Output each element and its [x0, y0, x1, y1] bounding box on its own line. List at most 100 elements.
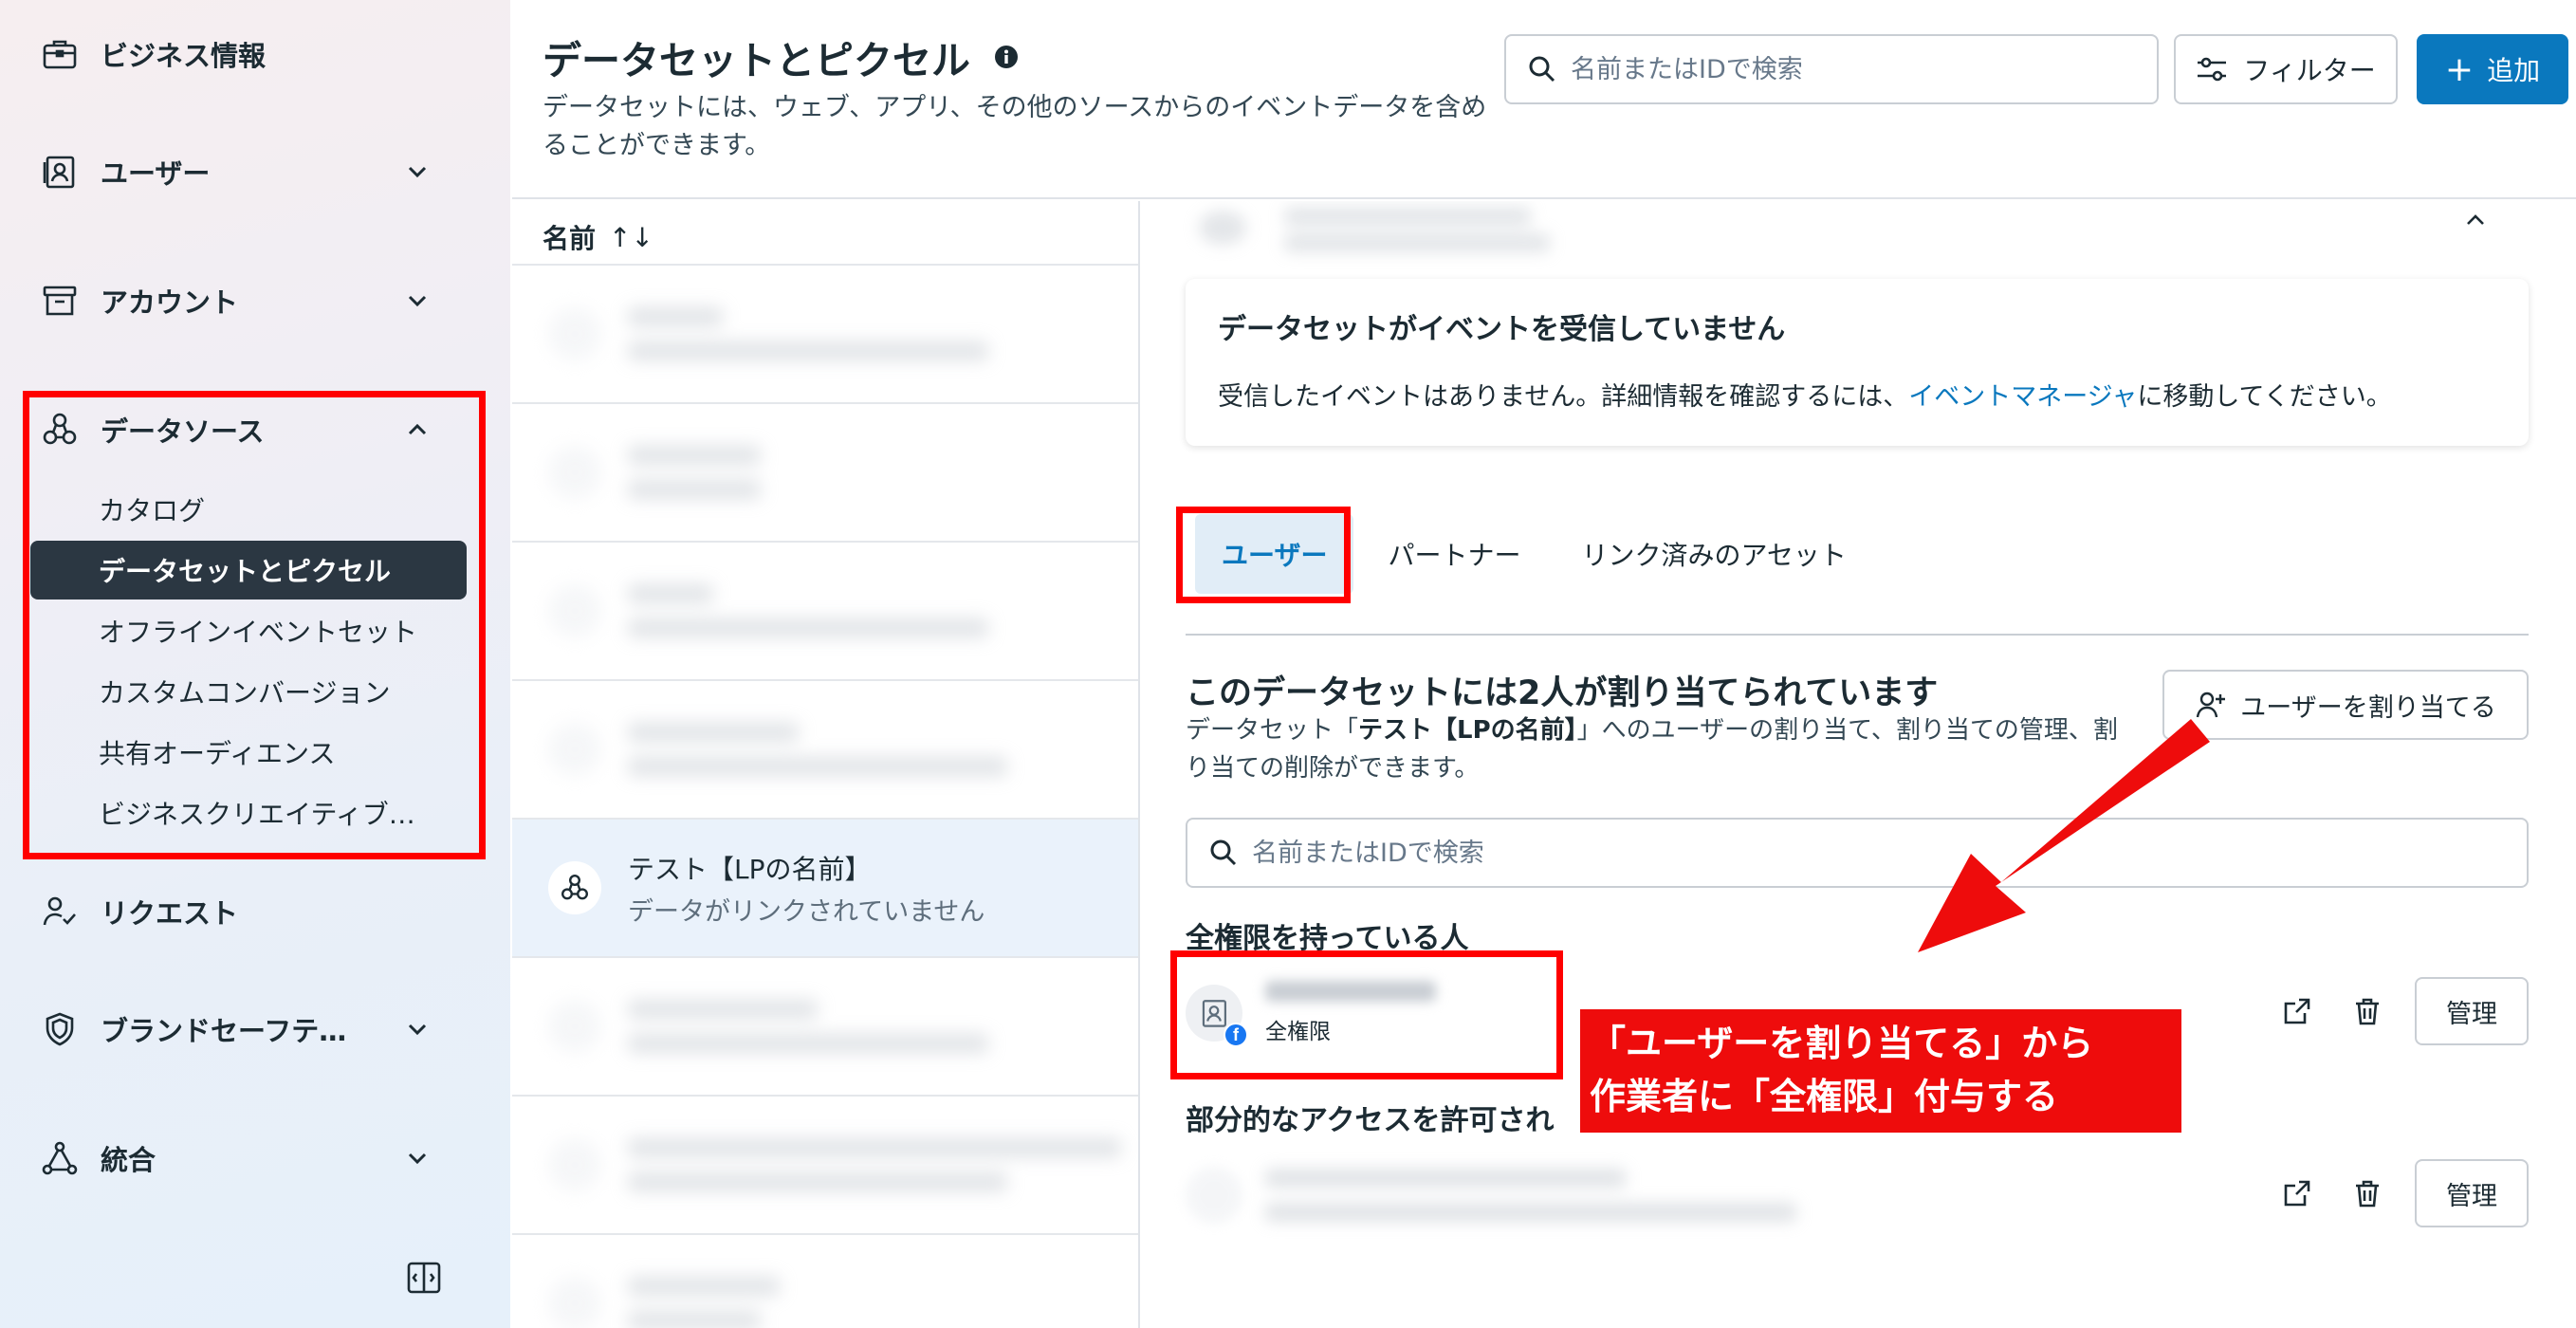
list-column-header[interactable]: 名前 ↑↓	[543, 218, 653, 256]
sidebar-item-label: リクエスト	[101, 897, 239, 930]
user-check-icon	[38, 890, 82, 933]
sidebar-item-business-info[interactable]: ビジネス情報	[38, 21, 436, 87]
filter-button[interactable]: フィルター	[2174, 34, 2398, 104]
notice-text: に移動してください。	[2137, 382, 2392, 412]
desc-dataset-name: テスト【LPの名前】	[1358, 716, 1577, 745]
chevron-up-icon[interactable]	[2456, 201, 2494, 239]
sidebar-item-label: アカウント	[101, 286, 239, 319]
sidebar-item-label: データソース	[101, 415, 265, 448]
sidebar-collapse-icon[interactable]	[402, 1256, 446, 1300]
list-item-selected[interactable]: テスト【LPの名前】 データがリンクされていません	[512, 818, 1138, 956]
sidebar-subitem-offline-event-sets[interactable]: オフラインイベントセット	[30, 601, 467, 660]
desc-text: データセット「	[1186, 716, 1359, 745]
info-icon[interactable]	[993, 44, 1020, 70]
trash-icon[interactable]	[2345, 988, 2390, 1034]
facebook-badge-icon: f	[1224, 1023, 1248, 1047]
dataset-icon	[548, 446, 601, 499]
manage-button[interactable]: 管理	[2415, 977, 2529, 1045]
page-title: データセットとピクセル	[543, 28, 1020, 85]
dataset-name: テスト【LPの名前】	[628, 853, 872, 885]
detail-tabs: ユーザー パートナー リンク済みのアセット	[1186, 514, 2529, 636]
annotation-line: 作業者に「全権限」付与する	[1590, 1076, 2059, 1117]
column-name-label: 名前	[543, 223, 597, 254]
tab-users[interactable]: ユーザー	[1195, 514, 1354, 594]
user-badge-icon	[38, 150, 82, 194]
list-item[interactable]	[512, 264, 1138, 402]
annotation-line: 「ユーザーを割り当てる」から	[1590, 1023, 2094, 1064]
external-link-icon[interactable]	[2274, 1171, 2320, 1216]
sidebar-subitem-catalog[interactable]: カタログ	[30, 480, 467, 539]
dataset-icon	[548, 307, 601, 360]
dataset-icon	[548, 723, 601, 776]
assigned-users-title: このデータセットには2人が割り当てられています	[1186, 674, 1939, 712]
search-icon	[1210, 839, 1237, 866]
full-access-heading: 全権限を持っている人	[1186, 922, 1469, 955]
chevron-down-icon[interactable]	[398, 1010, 436, 1048]
trash-icon[interactable]	[2345, 1171, 2390, 1216]
user-row-partial-access: 管理	[1186, 1148, 2529, 1243]
filter-button-label: フィルター	[2243, 55, 2376, 86]
dataset-icon	[548, 1000, 601, 1053]
notice-title: データセットがイベントを受信していません	[1218, 313, 1786, 346]
sidebar: ビジネス情報 ユーザー アカウント データソース カタログ データセットとピクセ…	[0, 0, 510, 1328]
page-description: データセットには、ウェブ、アプリ、その他のソースからのイベントデータを含めること…	[543, 93, 1487, 160]
data-sources-icon	[548, 861, 601, 914]
no-events-notice: データセットがイベントを受信していません 受信したイベントはありません。詳細情報…	[1186, 279, 2529, 446]
sidebar-item-brand-safety[interactable]: ブランドセーフテ…	[38, 996, 436, 1062]
list-item[interactable]	[512, 1095, 1138, 1233]
chevron-down-icon[interactable]	[398, 153, 436, 191]
dataset-detail-panel: データセットがイベントを受信していません 受信したイベントはありません。詳細情報…	[1142, 201, 2576, 1328]
assigned-users-description: データセット「テスト【LPの名前】」へのユーザーの割り当て、割り当ての管理、割り…	[1186, 711, 2134, 787]
chevron-up-icon[interactable]	[398, 411, 436, 449]
shield-icon	[38, 1007, 82, 1051]
sidebar-item-integrations[interactable]: 統合	[38, 1125, 436, 1191]
filter-sliders-icon	[2198, 57, 2227, 82]
search-box[interactable]	[1504, 34, 2159, 104]
add-button[interactable]: + 追加	[2417, 34, 2568, 104]
external-link-icon[interactable]	[2274, 988, 2320, 1034]
sidebar-item-label: ブランドセーフテ…	[101, 1015, 347, 1047]
sidebar-item-requests[interactable]: リクエスト	[38, 878, 436, 945]
integrations-icon	[38, 1136, 82, 1180]
list-item[interactable]	[512, 402, 1138, 541]
list-item[interactable]	[512, 679, 1138, 818]
sidebar-item-label: ビジネス情報	[101, 40, 267, 72]
events-manager-link[interactable]: イベントマネージャ	[1908, 382, 2137, 412]
manage-button[interactable]: 管理	[2415, 1159, 2529, 1227]
avatar: f	[1186, 985, 1248, 1047]
user-name-blurred	[1265, 981, 1436, 1002]
sidebar-item-users[interactable]: ユーザー	[38, 138, 436, 205]
sidebar-subitem-shared-audiences[interactable]: 共有オーディエンス	[30, 723, 467, 782]
search-input[interactable]	[1571, 54, 2157, 84]
user-search-input[interactable]	[1252, 838, 2527, 868]
chevron-down-icon[interactable]	[398, 1139, 436, 1177]
sidebar-item-data-sources[interactable]: データソース	[38, 397, 436, 463]
user-search-box[interactable]	[1186, 818, 2529, 888]
list-item[interactable]	[512, 956, 1138, 1095]
page-header: データセットとピクセル データセットには、ウェブ、アプリ、その他のソースからのイ…	[512, 0, 2576, 199]
tab-partners[interactable]: パートナー	[1361, 514, 1547, 594]
partial-access-heading: 部分的なアクセスを許可され	[1186, 1104, 1555, 1137]
assign-users-label: ユーザーを割り当てる	[2240, 692, 2496, 723]
dataset-icon	[548, 584, 601, 637]
sidebar-subitem-business-creative[interactable]: ビジネスクリエイティブ…	[30, 784, 467, 842]
list-item[interactable]	[512, 541, 1138, 679]
annotation-callout: 「ユーザーを割り当てる」から 作業者に「全権限」付与する	[1580, 1009, 2181, 1133]
notice-text: 受信したイベントはありません。詳細情報を確認するには、	[1218, 382, 1909, 412]
dataset-header-blurred	[1199, 201, 1635, 254]
sidebar-subitem-custom-conversions[interactable]: カスタムコンバージョン	[30, 662, 467, 721]
user-role: 全権限	[1265, 1020, 1331, 1044]
sidebar-item-accounts[interactable]: アカウント	[38, 267, 436, 334]
sidebar-subitem-datasets-pixels[interactable]: データセットとピクセル	[30, 541, 467, 599]
assign-users-button[interactable]: ユーザーを割り当てる	[2162, 670, 2529, 740]
dataset-icon	[548, 1277, 601, 1328]
chevron-down-icon[interactable]	[398, 282, 436, 320]
sidebar-item-label: 統合	[101, 1144, 156, 1176]
dataset-status: データがリンクされていません	[628, 896, 985, 927]
sort-icon[interactable]: ↑↓	[609, 222, 653, 253]
archive-box-icon	[38, 279, 82, 323]
notice-body: 受信したイベントはありません。詳細情報を確認するには、イベントマネージャに移動し…	[1218, 376, 2496, 413]
tab-linked-assets[interactable]: リンク済みのアセット	[1555, 514, 1872, 594]
dataset-icon	[548, 1138, 601, 1191]
list-item[interactable]	[512, 1233, 1138, 1328]
